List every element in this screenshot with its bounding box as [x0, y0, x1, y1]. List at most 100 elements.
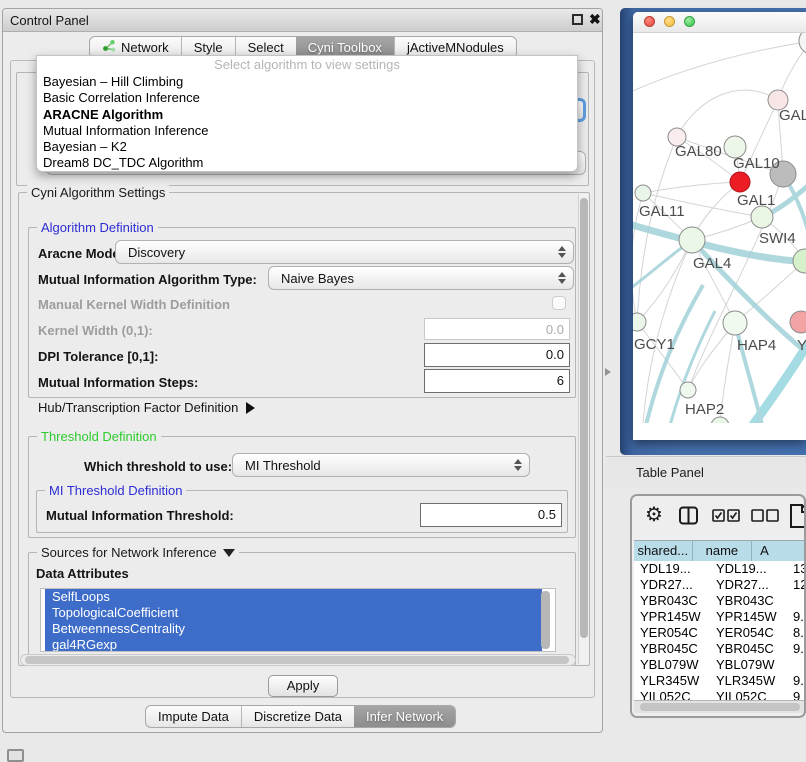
list-item[interactable]: BetweennessCentrality — [45, 621, 542, 637]
manual-kernel-checkbox — [552, 296, 566, 310]
select-all-columns-icon[interactable] — [712, 509, 740, 527]
table-cell: YER054C — [634, 625, 710, 641]
table-cell: 13 — [787, 561, 806, 577]
table-settings-gear-icon[interactable]: ⚙ — [645, 505, 663, 525]
data-attributes-label: Data Attributes — [36, 566, 129, 581]
table-row[interactable]: YBL079W YBL079W — [634, 657, 806, 673]
mi-steps-field[interactable]: 6 — [424, 369, 570, 393]
node-selected-red[interactable] — [730, 172, 750, 192]
sources-group-title[interactable]: Sources for Network Inference — [37, 545, 239, 560]
table-cell: 9. — [787, 641, 806, 657]
table-hscrollbar[interactable] — [634, 700, 806, 713]
node-salmon[interactable] — [790, 311, 806, 333]
node-gal1[interactable] — [751, 206, 773, 228]
mac-close-icon[interactable] — [644, 16, 655, 27]
settings-hscrollbar-thumb[interactable] — [25, 656, 569, 664]
algorithm-dropdown-list: Select algorithm to view settings Bayesi… — [36, 55, 578, 172]
aracne-mode-combo[interactable]: Discovery — [115, 240, 574, 264]
float-window-icon[interactable] — [572, 14, 583, 25]
table-cell: YBR045C — [634, 641, 710, 657]
node-label: GAL80 — [675, 143, 722, 160]
apply-button[interactable]: Apply — [268, 675, 338, 697]
table-cell: 8. — [787, 625, 806, 641]
column-header-shared-name[interactable]: shared... — [634, 541, 693, 561]
node-label: GAL11 — [639, 203, 685, 220]
table-cell: 9. — [787, 609, 806, 625]
table-body[interactable]: YDL19... YDL19... 13 YDR27... YDR27... 1… — [634, 561, 806, 700]
node-gal4[interactable] — [679, 227, 705, 253]
combo-stepper-icon — [514, 459, 522, 471]
import-table-icon[interactable] — [789, 503, 806, 534]
list-item[interactable]: gal4RGexp — [45, 637, 542, 652]
table-row[interactable]: YBR045C YBR045C 9. — [634, 641, 806, 657]
list-item[interactable]: TopologicalCoefficient — [45, 605, 542, 621]
node-cut-top[interactable] — [799, 33, 806, 54]
combo-stepper-icon — [558, 272, 566, 284]
node-label: GAL10 — [733, 155, 780, 172]
tab-label: Discretize Data — [254, 706, 342, 727]
table-cell: 12 — [787, 577, 806, 593]
node-label: Y — [797, 337, 806, 354]
column-header-name[interactable]: name — [693, 541, 752, 561]
close-icon[interactable]: ✖ — [589, 11, 601, 28]
threshold-definition-title: Threshold Definition — [37, 429, 161, 444]
node-hap2[interactable] — [680, 382, 696, 398]
node-cut-right[interactable] — [793, 249, 806, 273]
column-header-cut[interactable]: A — [752, 541, 806, 561]
tab-discretize-data[interactable]: Discretize Data — [241, 706, 354, 727]
node-gal11[interactable] — [635, 185, 651, 201]
which-threshold-combo[interactable]: MI Threshold — [232, 453, 530, 477]
settings-scrollbar-thumb[interactable] — [580, 198, 588, 638]
table-row[interactable]: YDL19... YDL19... 13 — [634, 561, 806, 577]
dropdown-item-selected[interactable]: ARACNE Algorithm — [37, 107, 577, 123]
mac-zoom-icon[interactable] — [684, 16, 695, 27]
table-hscrollbar-thumb[interactable] — [640, 703, 800, 711]
table-row[interactable]: YDR27... YDR27... 12 — [634, 577, 806, 593]
table-cell — [787, 593, 806, 609]
network-canvas[interactable]: GAL GAL80 GAL10 GAL1 GAL11 SWI4 GAL4 GCY… — [633, 33, 806, 423]
table-row[interactable]: YBR043C YBR043C — [634, 593, 806, 609]
dropdown-item[interactable]: Mutual Information Inference — [37, 123, 577, 139]
settings-hscrollbar[interactable] — [20, 654, 576, 666]
table-cell: YLR345W — [634, 673, 710, 689]
kernel-width-field: 0.0 — [424, 318, 570, 340]
data-attributes-list[interactable]: SelfLoops TopologicalCoefficient Between… — [40, 588, 556, 652]
node-hap4[interactable] — [723, 311, 747, 335]
show-columns-icon[interactable] — [678, 505, 699, 531]
expanded-arrow-icon — [223, 549, 235, 557]
tab-label: Impute Data — [158, 706, 229, 727]
control-panel-titlebar[interactable] — [3, 9, 602, 32]
app-root: Control Panel ✖ Network Style Select Cyn… — [0, 0, 806, 762]
tab-impute-data[interactable]: Impute Data — [146, 706, 241, 727]
dropdown-item[interactable]: Bayesian – Hill Climbing — [37, 74, 577, 90]
list-item[interactable]: SelfLoops — [45, 589, 542, 605]
settings-scrollbar[interactable] — [578, 194, 589, 664]
table-cell: YPR145W — [710, 609, 787, 625]
node-label: SWI4 — [759, 230, 796, 247]
node-label: GAL4 — [693, 255, 731, 272]
dropdown-item[interactable]: Bayesian – K2 — [37, 139, 577, 155]
panel-splitter-handle[interactable] — [605, 368, 611, 376]
table-row[interactable]: YIL052C YIL052C 9 — [634, 689, 806, 700]
dropdown-item[interactable]: Basic Correlation Inference — [37, 90, 577, 106]
dpi-tolerance-field[interactable]: 0.0 — [424, 343, 570, 367]
mac-minimize-icon[interactable] — [664, 16, 675, 27]
network-window-titlebar[interactable] — [633, 12, 806, 33]
table-row[interactable]: YPR145W YPR145W 9. — [634, 609, 806, 625]
mi-type-combo[interactable]: Naive Bayes — [268, 266, 574, 290]
table-row[interactable]: YER054C YER054C 8. — [634, 625, 806, 641]
deselect-all-columns-icon[interactable] — [751, 509, 779, 527]
table-cell: YPR145W — [634, 609, 710, 625]
dpi-tolerance-label: DPI Tolerance [0,1]: — [38, 349, 158, 364]
window-grip-icon[interactable] — [7, 749, 24, 762]
hub-definition-toggle[interactable]: Hub/Transcription Factor Definition — [38, 400, 255, 415]
aracne-mode-value: Discovery — [128, 245, 185, 260]
node-gcy1[interactable] — [633, 313, 646, 331]
table-row[interactable]: YLR345W YLR345W 9. — [634, 673, 806, 689]
tab-infer-network[interactable]: Infer Network — [354, 706, 455, 727]
attribute-list-scrollbar-thumb[interactable] — [541, 591, 550, 649]
mi-threshold-field[interactable]: 0.5 — [420, 503, 562, 527]
mi-type-label: Mutual Information Algorithm Type: — [38, 272, 257, 287]
dropdown-item[interactable]: Dream8 DC_TDC Algorithm — [37, 155, 577, 171]
table-cell: 9 — [787, 689, 806, 700]
